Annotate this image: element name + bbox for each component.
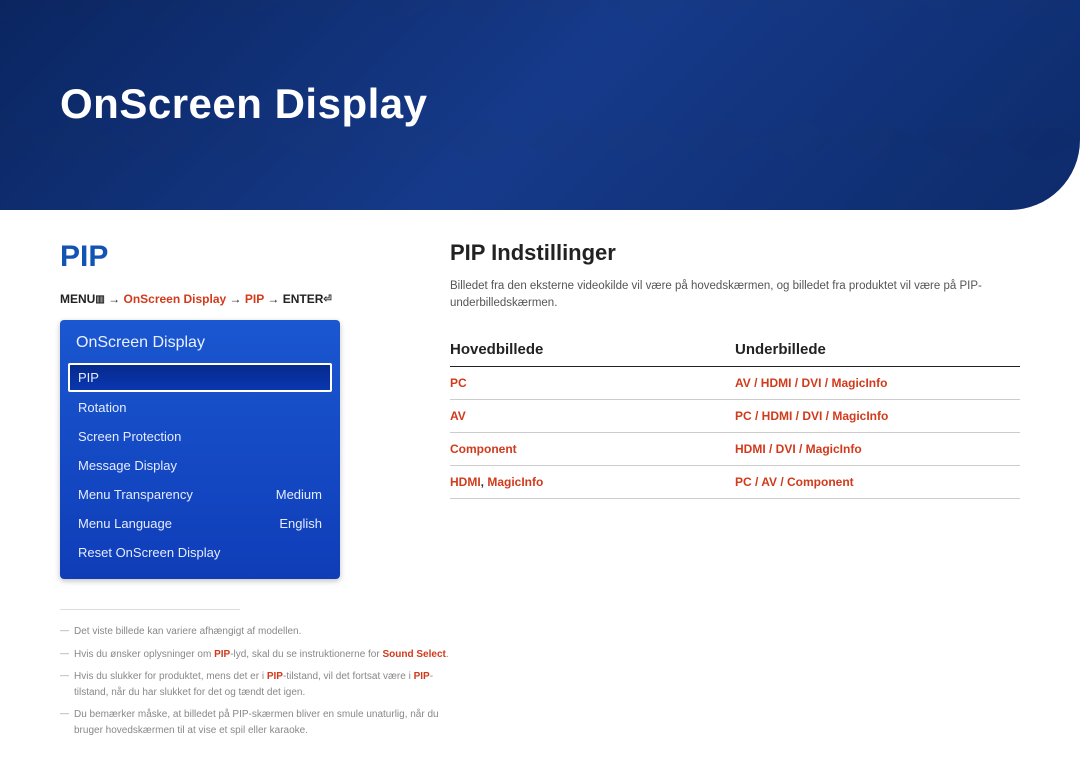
- table-row: HDMI, MagicInfo PC / AV / Component: [450, 465, 1020, 498]
- hero-banner: OnScreen Display: [0, 0, 1080, 210]
- footnote-item: Du bemærker måske, at billedet på PIP-sk…: [60, 707, 460, 738]
- table-head-sub: Underbillede: [735, 335, 1020, 367]
- osd-item-pip[interactable]: PIP: [68, 363, 332, 392]
- osd-item-rotation[interactable]: Rotation: [68, 393, 332, 422]
- footnote-item: Hvis du ønsker oplysninger om PIP-lyd, s…: [60, 647, 460, 663]
- hero-title: OnScreen Display: [60, 80, 1020, 128]
- osd-item-menu-language[interactable]: Menu Language English: [68, 509, 332, 538]
- osd-panel: OnScreen Display PIP Rotation Screen Pro…: [60, 320, 340, 579]
- footnote-item: Det viste billede kan variere afhængigt …: [60, 624, 460, 640]
- breadcrumb-enter: ENTER: [283, 292, 324, 306]
- breadcrumb-path1: OnScreen Display: [123, 292, 226, 306]
- settings-heading: PIP Indstillinger: [450, 240, 1020, 266]
- footnotes: Det viste billede kan variere afhængigt …: [60, 610, 460, 738]
- footnote-item: Hvis du slukker for produktet, mens det …: [60, 669, 460, 700]
- enter-icon: ⏎: [323, 294, 331, 305]
- table-row: AV PC / HDMI / DVI / MagicInfo: [450, 399, 1020, 432]
- osd-item-menu-transparency[interactable]: Menu Transparency Medium: [68, 480, 332, 509]
- osd-item-screen-protection[interactable]: Screen Protection: [68, 422, 332, 451]
- settings-description: Billedet fra den eksterne videokilde vil…: [450, 278, 1020, 313]
- osd-panel-title: OnScreen Display: [68, 328, 332, 362]
- osd-item-message-display[interactable]: Message Display: [68, 451, 332, 480]
- breadcrumb: MENU▥ → OnScreen Display → PIP → ENTER⏎: [60, 292, 400, 306]
- pip-settings-table: Hovedbillede Underbillede PC AV / HDMI /…: [450, 335, 1020, 499]
- table-head-main: Hovedbillede: [450, 335, 735, 367]
- breadcrumb-menu: MENU: [60, 292, 95, 306]
- table-row: PC AV / HDMI / DVI / MagicInfo: [450, 366, 1020, 399]
- section-title-pip: PIP: [60, 240, 400, 274]
- menu-icon: ▥: [95, 294, 104, 305]
- osd-item-reset[interactable]: Reset OnScreen Display: [68, 538, 332, 567]
- breadcrumb-path2: PIP: [245, 292, 264, 306]
- table-row: Component HDMI / DVI / MagicInfo: [450, 432, 1020, 465]
